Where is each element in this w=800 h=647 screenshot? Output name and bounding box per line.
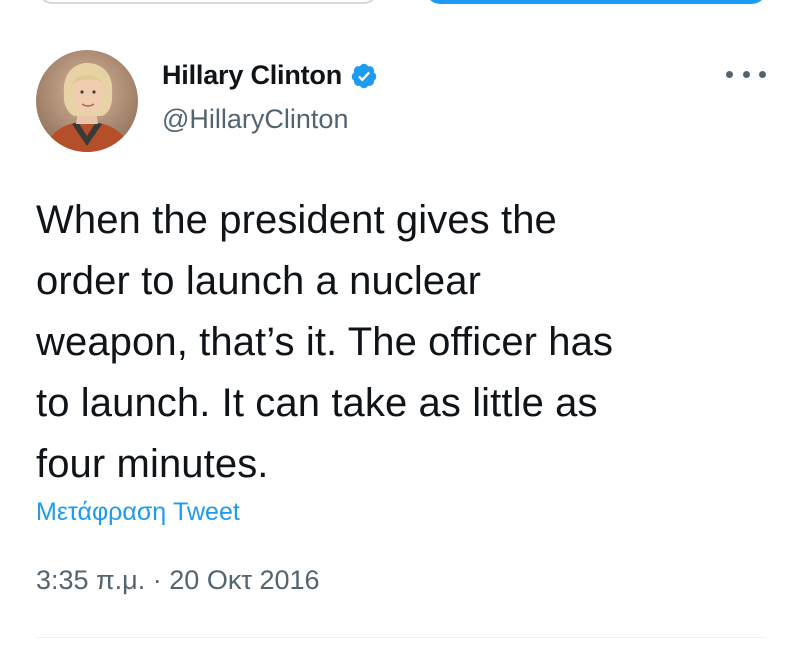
verified-badge-icon [350,62,378,90]
top-primary-button[interactable] [424,0,768,4]
tweet-time[interactable]: 3:35 π.μ. [36,565,145,595]
tweet-detail-view: Hillary Clinton @HillaryClinton When the… [0,0,800,647]
top-secondary-button[interactable] [36,0,380,4]
author-name[interactable]: Hillary Clinton [162,60,342,91]
translate-tweet-link[interactable]: Μετάφραση Tweet [36,498,240,527]
tweet-text-line: order to launch a nuclear [36,259,481,303]
divider [36,637,766,638]
tweet-timestamp[interactable]: 3:35 π.μ. · 20 Οκτ 2016 [36,565,320,596]
tweet-text-line: When the president gives the [36,198,557,242]
tweet-date[interactable]: 20 Οκτ 2016 [169,565,319,595]
author-handle[interactable]: @HillaryClinton [162,104,348,135]
tweet-text-line: weapon, that’s it. The officer has [36,320,614,364]
tweet-text-line: four minutes. [36,442,269,486]
tweet-text: When the president gives the order to la… [36,190,776,495]
avatar[interactable] [36,50,138,152]
more-options-icon[interactable] [726,62,766,86]
tweet-text-line: to launch. It can take as little as [36,381,598,425]
author-name-row[interactable]: Hillary Clinton [162,60,378,91]
meta-separator: · [152,565,162,595]
